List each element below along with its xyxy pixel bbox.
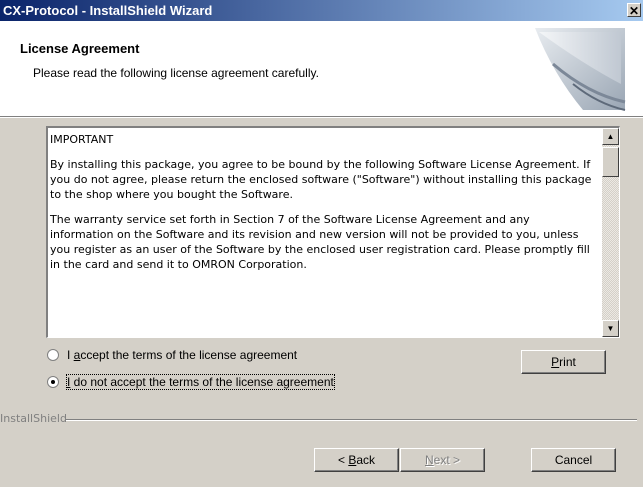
license-paragraph: By installing this package, you agree to… [50, 158, 592, 201]
page-subtitle: Please read the following license agreem… [33, 66, 319, 80]
scrollbar-thumb[interactable] [602, 147, 619, 177]
window-title: CX-Protocol - InstallShield Wizard [3, 3, 213, 18]
license-paragraph: The warranty service set forth in Sectio… [50, 213, 590, 271]
accept-label: I accept the terms of the license agreem… [67, 348, 298, 362]
title-bar: CX-Protocol - InstallShield Wizard ✕ [0, 0, 643, 21]
installshield-brand: InstallShield [0, 412, 67, 425]
back-button[interactable]: < Back [314, 448, 399, 472]
license-text: IMPORTANT By installing this package, yo… [50, 132, 596, 282]
print-button[interactable]: Print [521, 350, 606, 374]
decline-label: I do not accept the terms of the license… [66, 374, 335, 390]
decline-radio[interactable] [47, 376, 59, 388]
license-heading: IMPORTANT [50, 133, 114, 146]
vertical-scrollbar[interactable]: ▲ ▼ [602, 128, 619, 337]
next-button[interactable]: Next > [400, 448, 485, 472]
decline-option[interactable]: I do not accept the terms of the license… [47, 373, 335, 391]
scroll-up-arrow-icon[interactable]: ▲ [602, 128, 619, 145]
close-icon[interactable]: ✕ [627, 3, 641, 18]
license-text-box[interactable]: IMPORTANT By installing this package, yo… [46, 126, 620, 338]
cancel-button[interactable]: Cancel [531, 448, 616, 472]
page-title: License Agreement [20, 41, 140, 56]
scroll-down-arrow-icon[interactable]: ▼ [602, 320, 619, 337]
accept-option[interactable]: I accept the terms of the license agreem… [47, 346, 297, 364]
monitor-swoosh-icon [535, 28, 626, 111]
wizard-header: License Agreement Please read the follow… [0, 21, 643, 117]
accept-radio[interactable] [47, 349, 59, 361]
